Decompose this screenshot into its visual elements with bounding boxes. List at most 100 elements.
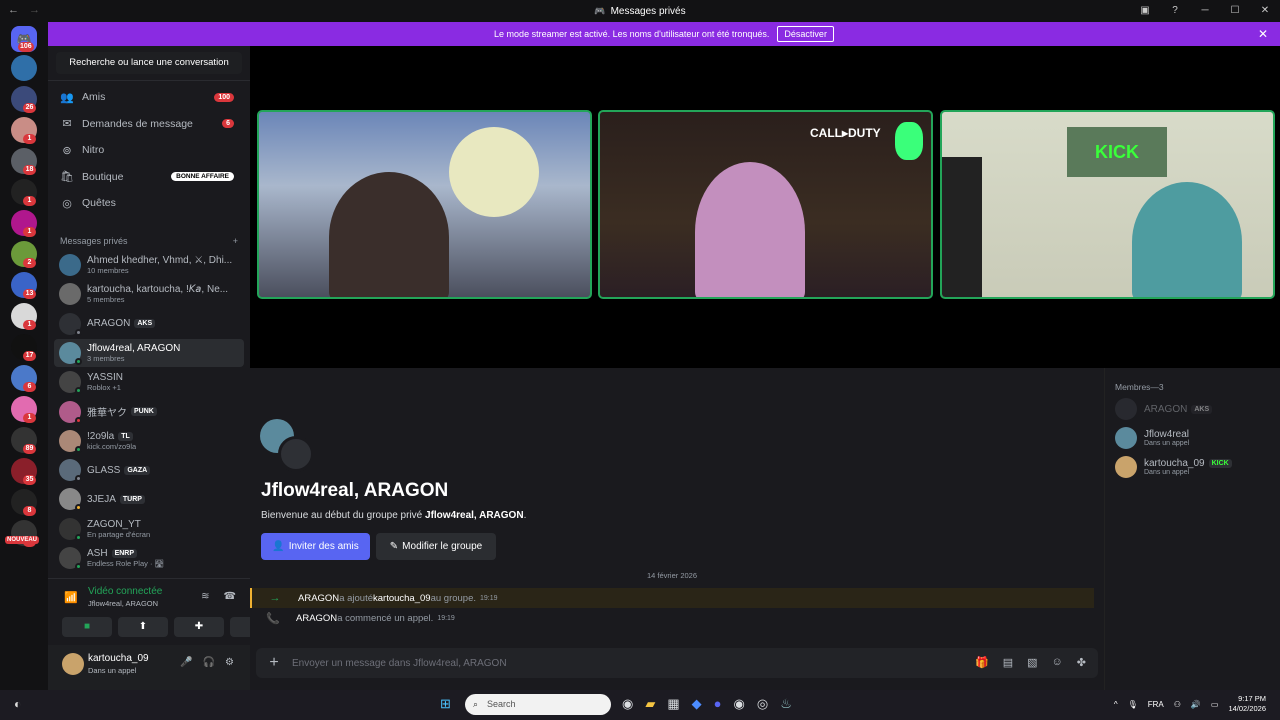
volume-icon[interactable]: 🔊 <box>1191 700 1201 709</box>
dm-item[interactable]: 3JEJA TURP <box>54 485 244 513</box>
server-badge: 2 <box>23 258 36 268</box>
clock[interactable]: 9:17 PM 14/02/2026 <box>1228 694 1266 714</box>
file-explorer-icon[interactable]: ▰ <box>645 696 655 712</box>
quests-icon: ◎ <box>62 197 72 210</box>
language-indicator[interactable]: FRA <box>1148 700 1164 709</box>
dm-name: 3JEJA <box>87 493 116 505</box>
dm-item[interactable]: 雅華ヤク PUNK <box>54 398 244 426</box>
dm-avatar <box>59 429 82 453</box>
server-icon[interactable] <box>11 55 37 81</box>
search-conversation-button[interactable]: Recherche ou lance une conversation <box>56 52 242 74</box>
inbox-icon[interactable]: ▣ <box>1130 0 1160 22</box>
maximize-button[interactable]: ☐ <box>1220 0 1250 22</box>
camera-button[interactable]: ■ <box>62 617 112 637</box>
nav-nitro[interactable]: ⊚ Nitro <box>56 138 242 162</box>
user-avatar[interactable] <box>62 653 84 675</box>
edit-group-button[interactable]: ✎ Modifier le groupe <box>376 533 496 560</box>
activities-button[interactable]: ✚ <box>174 617 224 637</box>
dm-avatar <box>59 371 82 395</box>
windows-taskbar: ◐ ⊞ ⌕ Search ◉ ▰ ▦ ◆ ● ◉ ◎ ♨ ^ 🎙 FRA ⚇ 🔊… <box>0 690 1280 720</box>
obs-icon[interactable]: ◎ <box>757 696 768 712</box>
screen-share-button[interactable]: ⬆ <box>118 617 168 637</box>
dm-item[interactable]: Jflow4real, ARAGON 3 membres <box>54 338 244 367</box>
clock-time: 9:17 PM <box>1238 694 1266 703</box>
message-input[interactable]: Envoyer un message dans Jflow4real, ARAG… <box>292 658 507 669</box>
nav-quests[interactable]: ◎ Quêtes <box>56 191 242 215</box>
window-title-text: Messages privés <box>610 5 686 17</box>
add-dm-icon[interactable]: + <box>233 236 238 246</box>
dm-item[interactable]: YASSIN Roblox +1 <box>54 368 244 396</box>
dm-sub: Endless Role Play · 🛣 <box>87 559 165 568</box>
member-item[interactable]: kartoucha_09 KICK Dans un appel <box>1115 455 1275 479</box>
friends-icon: 👥 <box>60 91 74 104</box>
video-tile-1[interactable] <box>257 110 592 299</box>
microphone-icon[interactable]: 🎤 <box>180 657 192 668</box>
nav-shop[interactable]: 🛍 Boutique BONNE AFFAIRE <box>56 165 242 189</box>
disconnect-icon[interactable]: ☎ <box>224 591 236 602</box>
invite-friends-button[interactable]: 👤 Inviter des amis <box>261 533 370 560</box>
battery-icon[interactable]: ▭ <box>1211 700 1219 709</box>
actor[interactable]: ARAGON <box>298 593 339 604</box>
chrome-icon[interactable]: ◉ <box>622 696 633 712</box>
emoji-icon[interactable]: ☺ <box>1052 656 1063 669</box>
dm-avatar <box>59 312 82 336</box>
banner-text: Le mode streamer est activé. Les noms d'… <box>494 29 770 39</box>
chevron-up-icon[interactable]: ^ <box>1114 700 1118 709</box>
steam-icon[interactable]: ♨ <box>780 696 792 712</box>
dm-item[interactable]: ARAGON AKS <box>54 310 244 338</box>
close-window-button[interactable]: ✕ <box>1250 0 1280 22</box>
noise-suppression-icon[interactable]: ≋ <box>201 591 209 602</box>
target[interactable]: kartoucha_09 <box>373 593 431 604</box>
back-arrow-icon[interactable]: ← <box>8 4 19 16</box>
welcome-suffix: . <box>523 510 527 521</box>
app-icon[interactable]: ◆ <box>692 696 702 712</box>
taskbar-search[interactable]: ⌕ Search <box>465 694 611 715</box>
discord-taskbar-icon[interactable]: ● <box>714 696 722 712</box>
server-badge: 26 <box>23 103 36 113</box>
nav-friends[interactable]: 👥 Amis 100 <box>56 85 242 109</box>
headphones-icon[interactable]: 🎧 <box>203 657 215 668</box>
mic-tray-icon[interactable]: 🎙 <box>1128 700 1138 709</box>
nav-mail[interactable]: ✉ Demandes de message 6 <box>56 112 242 136</box>
dm-avatar <box>59 254 81 276</box>
dm-item[interactable]: ZAGON_YT En partage d'écran <box>54 515 244 543</box>
windows-start-icon[interactable]: ⊞ <box>440 696 451 712</box>
dm-item[interactable]: ASH ENRP Endless Role Play · 🛣 <box>54 544 244 572</box>
webcam-person <box>329 172 449 297</box>
system-message-added: → ARAGON a ajouté kartoucha_09 au groupe… <box>250 588 1094 608</box>
member-status: Dans un appel <box>1144 469 1190 476</box>
apps-icon[interactable]: ✤ <box>1077 656 1086 669</box>
forward-arrow-icon[interactable]: → <box>29 4 40 16</box>
member-item[interactable]: Jflow4real Dans un appel <box>1115 426 1275 450</box>
dm-item[interactable]: Ahmed khedher, Vhmd, ⚔, Dhi... 10 membres <box>54 251 244 279</box>
dm-name: ASH <box>87 548 108 559</box>
help-icon[interactable]: ? <box>1160 0 1190 22</box>
store-icon[interactable]: ▦ <box>667 696 679 712</box>
member-item[interactable]: ARAGON AKS <box>1115 397 1275 421</box>
voice-status: Vidéo connectée <box>88 586 163 597</box>
video-tile-2[interactable]: CALL▸DUTY <box>598 110 933 299</box>
settings-gear-icon[interactable]: ⚙ <box>225 657 234 668</box>
video-tile-3[interactable]: KICK <box>940 110 1275 299</box>
disable-streamer-button[interactable]: Désactiver <box>777 26 834 42</box>
network-icon[interactable]: ⚇ <box>1174 700 1181 709</box>
dm-item[interactable]: GLASS GAZA <box>54 456 244 484</box>
sticker-icon[interactable]: ▧ <box>1027 656 1037 669</box>
dm-item[interactable]: kartoucha, kartoucha, !𝘒𝘢, Ne... 5 membre… <box>54 280 244 308</box>
actor[interactable]: ARAGON <box>296 613 337 624</box>
dm-avatar <box>59 488 82 512</box>
banner-close-icon[interactable]: ✕ <box>1258 27 1268 41</box>
gif-icon[interactable]: ▤ <box>1003 656 1013 669</box>
status-dot <box>75 416 82 424</box>
minimize-button[interactable]: ─ <box>1190 0 1220 22</box>
widgets-icon[interactable]: ◐ <box>14 697 21 711</box>
server-badge: 35 <box>23 475 36 485</box>
gift-icon[interactable]: 🎁 <box>975 656 989 669</box>
system-tray: ^ 🎙 FRA ⚇ 🔊 ▭ 9:17 PM 14/02/2026 <box>1114 694 1266 714</box>
dm-name: GLASS <box>87 464 121 476</box>
dm-item[interactable]: !2o9la TL kick.com/zo9la <box>54 427 244 455</box>
server-badge: 13 <box>23 289 36 299</box>
attach-plus-icon[interactable]: + <box>256 654 292 672</box>
member-tag: AKS <box>1191 404 1213 414</box>
chrome-active-icon[interactable]: ◉ <box>734 696 745 712</box>
